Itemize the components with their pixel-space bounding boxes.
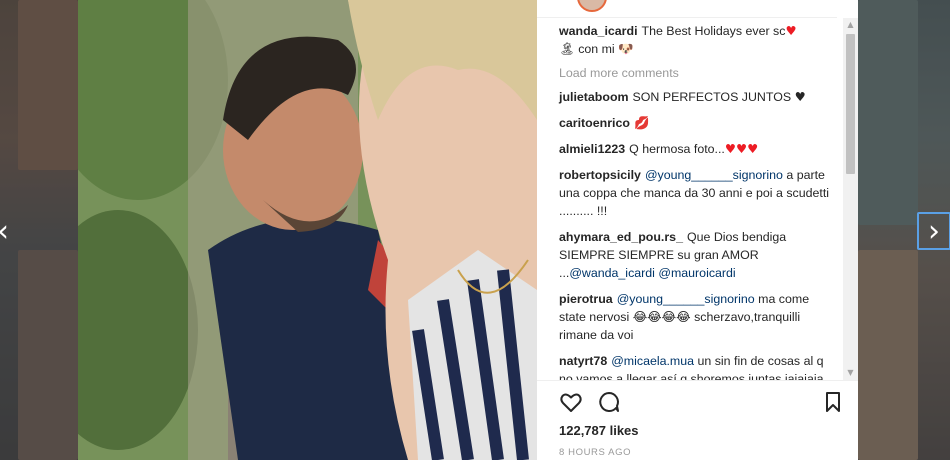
comment-item: ahymara_ed_pou.rs_ Que Dios bendiga SIEMP… [537,228,842,282]
caption-text-line2: con mi [578,42,615,56]
previous-post-button[interactable]: ‹ [0,212,20,250]
mention-link[interactable]: @mauroicardi [658,266,735,280]
comment-item: robertopsicily @young______signorino a pa… [537,166,842,220]
load-more-comments-link[interactable]: Load more comments [537,64,842,82]
post-actions [559,390,849,416]
post-photo[interactable] [78,0,537,460]
comment-icon[interactable] [597,390,623,416]
mention-link[interactable]: @wanda_icardi [569,266,655,280]
kiss-emoji: 💋 [633,115,650,130]
avatar[interactable] [577,0,607,12]
scroll-up-arrow-icon[interactable]: ▲ [843,18,858,32]
caption-text: The Best Holidays ever sc [641,24,786,38]
mention-link[interactable]: @micaela.mua [611,354,694,368]
couple-photo-illustration [78,0,537,460]
header-divider [537,17,837,18]
comment-text: Q hermosa foto... [629,142,725,156]
dog-emoji: 🐶 [618,41,634,56]
comment-username[interactable]: caritoenrico [559,116,630,130]
bookmark-icon[interactable] [821,390,847,416]
mention-link[interactable]: @young______signorino [617,292,755,306]
caption: wanda_icardi The Best Holidays ever sc♥ 🏝… [537,22,842,58]
chevron-left-icon: ‹ [0,214,9,249]
comment-username[interactable]: ahymara_ed_pou.rs_ [559,230,683,244]
scrollbar-thumb[interactable] [846,34,855,174]
comment-username[interactable]: almieli1223 [559,142,625,156]
comments-list[interactable]: wanda_icardi The Best Holidays ever sc♥ 🏝… [537,22,842,380]
hearts-emoji: ♥♥♥ [724,141,759,156]
comment-text: SON PERFECTOS JUNTOS [632,90,792,104]
laughing-emoji: 😂😂😂😂 [632,309,691,324]
comments-scrollbar[interactable]: ▲ ▼ [843,18,858,380]
comment-item: natyrt78 @micaela.mua un sin fin de cosas… [537,352,842,380]
island-emoji: 🏝 [559,41,575,56]
likes-count[interactable]: 122,787 likes [559,423,639,438]
heart-icon[interactable] [559,390,585,416]
heart-emoji: ♥ [785,23,797,38]
comment-item: pierotrua @young______signorino ma come s… [537,290,842,344]
next-post-button[interactable]: › [917,212,950,250]
comment-item: julietaboom SON PERFECTOS JUNTOS ♥ [537,88,842,106]
caption-username[interactable]: wanda_icardi [559,24,638,38]
post-timestamp: 8 HOURS AGO [559,447,632,458]
mention-link[interactable]: @young______signorino [645,168,783,182]
comment-username[interactable]: julietaboom [559,90,629,104]
scroll-down-arrow-icon[interactable]: ▼ [843,366,858,380]
comment-username[interactable]: pierotrua [559,292,613,306]
chevron-right-icon: › [928,213,940,249]
actions-divider [537,380,858,381]
comment-item: caritoenrico 💋 [537,114,842,132]
comment-username[interactable]: robertopsicily [559,168,641,182]
comment-username[interactable]: natyrt78 [559,354,607,368]
black-heart-emoji: ♥ [794,89,806,104]
comments-panel: wanda_icardi The Best Holidays ever sc♥ 🏝… [537,0,858,460]
comment-item: almieli1223 Q hermosa foto...♥♥♥ [537,140,842,158]
